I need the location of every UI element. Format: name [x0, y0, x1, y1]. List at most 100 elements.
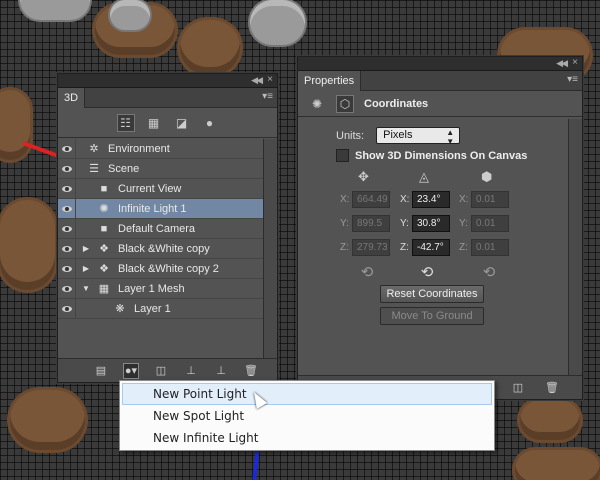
scale-x: X: 0.01: [459, 191, 509, 208]
layer-row-scene[interactable]: ☰ Scene: [58, 158, 263, 179]
layer-label: Layer 1 Mesh: [118, 282, 185, 295]
visibility-eye-icon[interactable]: [58, 298, 76, 319]
canvas-3d-object: [0, 200, 55, 290]
layer-row-default-camera[interactable]: ■ Default Camera: [58, 218, 263, 239]
close-icon[interactable]: ×: [572, 57, 578, 68]
expander-icon[interactable]: ▶: [76, 264, 96, 273]
visibility-eye-icon[interactable]: [58, 238, 76, 259]
close-icon[interactable]: ×: [267, 74, 273, 85]
panel-menu-icon[interactable]: ▾≡: [262, 91, 273, 102]
delete-icon[interactable]: 🗑: [243, 363, 259, 379]
3d-panel: ◀◀ × 3D ▾≡ ☷ ▦ ◪ ● ✲ Environment ☰ Scene…: [57, 73, 278, 383]
position-x: X: 664.49: [340, 191, 390, 208]
layer-row-bw-copy-2[interactable]: ▶ ❖ Black &White copy 2: [58, 258, 263, 279]
rotation-y-field[interactable]: 30.8°: [412, 215, 450, 232]
scale-z-field[interactable]: 0.01: [471, 239, 509, 256]
menu-item-new-infinite-light[interactable]: New Infinite Light: [120, 427, 494, 449]
infinite-light-icon: ✺: [99, 202, 109, 215]
rotation-y: Y: 30.8°: [400, 215, 450, 232]
collapse-icon[interactable]: ◀◀: [251, 75, 263, 86]
visibility-eye-icon[interactable]: [58, 158, 76, 179]
layer-row-infinite-light-1[interactable]: ✺ Infinite Light 1: [58, 198, 263, 219]
render-icon[interactable]: ▤: [93, 363, 109, 379]
add-light-icon[interactable]: ●▾: [123, 362, 139, 379]
position-y-field[interactable]: 899.5: [352, 215, 390, 232]
rotation-z: Z: -42.7°: [400, 239, 450, 256]
expander-icon[interactable]: ▼: [76, 284, 96, 293]
canvas-3d-object: [10, 390, 85, 450]
rotation-z-field[interactable]: -42.7°: [412, 239, 450, 256]
delete-icon[interactable]: 🗑: [544, 380, 560, 396]
canvas-3d-object: [250, 0, 305, 45]
layer-row-current-view[interactable]: ■ Current View: [58, 178, 263, 199]
light-properties-icon[interactable]: ✺: [308, 95, 326, 113]
ground-icon[interactable]: ⊥: [183, 363, 199, 379]
units-select[interactable]: Pixels ▲ ▼: [376, 127, 461, 146]
position-x-field[interactable]: 664.49: [352, 191, 390, 208]
properties-scrollbar[interactable]: [568, 119, 582, 375]
layer-row-bw-copy[interactable]: ▶ ❖ Black &White copy: [58, 238, 263, 259]
panel-titlebar[interactable]: ◀◀ ×: [58, 74, 277, 88]
menu-item-new-point-light[interactable]: New Point Light: [122, 383, 492, 405]
position-icon[interactable]: ✥: [358, 169, 369, 185]
position-z-field[interactable]: 279.73: [352, 239, 390, 256]
rotation-x: X: 23.4°: [400, 191, 450, 208]
visibility-eye-icon[interactable]: [58, 218, 76, 239]
layer-row-layer-1-mesh[interactable]: ▼ ▦ Layer 1 Mesh: [58, 278, 263, 299]
canvas-3d-object: [180, 20, 240, 75]
layer-row-layer-1[interactable]: ❋ Layer 1: [58, 298, 263, 319]
mesh-icon: ❖: [99, 242, 109, 255]
panel-menu-icon[interactable]: ▾≡: [567, 74, 578, 85]
axis-label: Y:: [340, 218, 349, 229]
x-axis-widget: [22, 141, 62, 159]
reset-coordinates-button[interactable]: Reset Coordinates: [380, 285, 484, 303]
canvas-3d-object: [110, 0, 150, 30]
visibility-eye-icon[interactable]: [58, 138, 76, 159]
axis-label: Z:: [340, 242, 349, 253]
axis-label: X:: [340, 194, 350, 205]
position-y: Y: 899.5: [340, 215, 390, 232]
visibility-eye-icon[interactable]: [58, 278, 76, 299]
layer-scrollbar[interactable]: [263, 139, 277, 358]
expander-icon[interactable]: ▶: [76, 244, 96, 253]
coordinates-icon[interactable]: ⬡: [336, 94, 354, 113]
new-mesh-icon[interactable]: ◫: [510, 380, 526, 396]
tab-properties[interactable]: Properties: [298, 71, 362, 91]
panel-tabbar: Properties ▾≡: [298, 71, 582, 91]
canvas-3d-object: [515, 450, 600, 480]
visibility-eye-icon[interactable]: [58, 198, 76, 219]
axis-label: Z:: [459, 242, 468, 253]
material-icon[interactable]: ⊥: [213, 363, 229, 379]
new-mesh-icon[interactable]: ◫: [153, 363, 169, 379]
show-dimensions-checkbox[interactable]: [336, 149, 349, 162]
rotation-x-field[interactable]: 23.4°: [412, 191, 450, 208]
mesh-icon: ❖: [99, 262, 109, 275]
reset-rotation-icon[interactable]: ⟲: [418, 263, 436, 281]
show-dimensions-row: Show 3D Dimensions On Canvas: [336, 149, 527, 162]
panel-titlebar[interactable]: ◀◀ ×: [298, 57, 582, 71]
rotation-icon[interactable]: ◬: [419, 169, 429, 185]
3d-layer-list: ✲ Environment ☰ Scene ■ Current View ✺ I…: [58, 138, 263, 358]
reset-scale-icon[interactable]: ⟲: [480, 263, 498, 281]
reset-position-icon[interactable]: ⟲: [358, 263, 376, 281]
mesh-filter-icon[interactable]: ▦: [145, 114, 163, 132]
scale-y-field[interactable]: 0.01: [471, 215, 509, 232]
tab-3d[interactable]: 3D: [58, 88, 86, 108]
visibility-eye-icon[interactable]: [58, 178, 76, 199]
scale-y: Y: 0.01: [459, 215, 509, 232]
menu-item-new-spot-light[interactable]: New Spot Light: [120, 405, 494, 427]
visibility-eye-icon[interactable]: [58, 258, 76, 279]
material-filter-icon[interactable]: ◪: [173, 114, 191, 132]
layer-row-environment[interactable]: ✲ Environment: [58, 138, 263, 159]
scene-filter-icon[interactable]: ☷: [116, 113, 135, 132]
scale-x-field[interactable]: 0.01: [471, 191, 509, 208]
collapse-icon[interactable]: ◀◀: [556, 58, 568, 69]
light-filter-icon[interactable]: ●: [201, 114, 219, 132]
canvas-3d-object: [20, 0, 90, 20]
scale-icon[interactable]: ⬢: [481, 169, 492, 185]
move-to-ground-button[interactable]: Move To Ground: [380, 307, 484, 325]
position-z: Z: 279.73: [340, 239, 390, 256]
canvas-3d-object: [520, 400, 580, 440]
panel-tabbar: 3D ▾≡: [58, 88, 277, 108]
units-row: Units: Pixels ▲ ▼: [336, 127, 461, 146]
